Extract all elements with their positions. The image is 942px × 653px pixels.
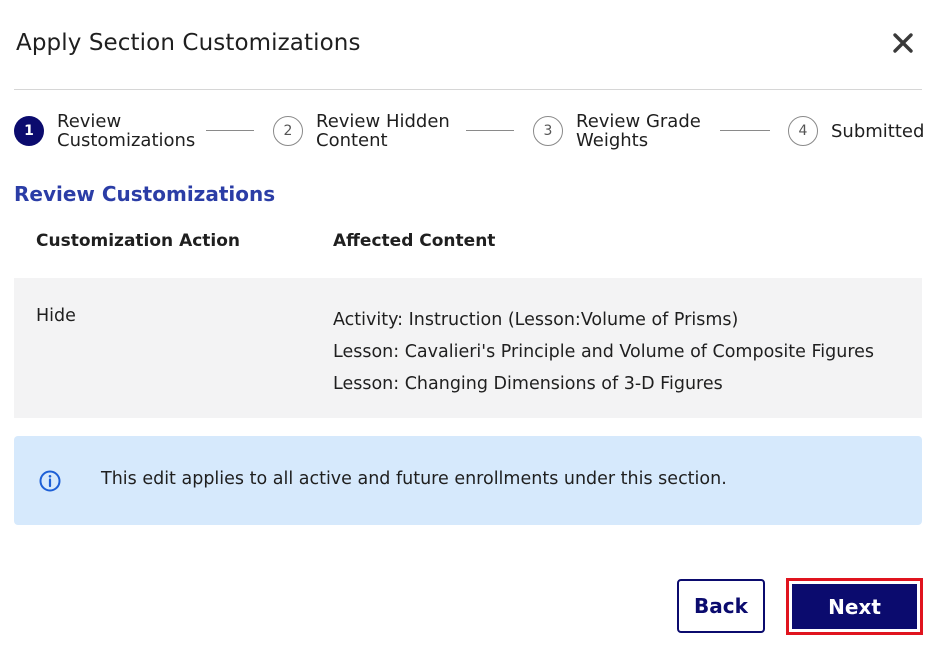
step-number: 3 xyxy=(533,116,563,146)
table-row: Hide Activity: Instruction (Lesson:Volum… xyxy=(14,278,922,418)
step-1: 1 Review Customizations xyxy=(14,110,195,152)
column-header-content: Affected Content xyxy=(333,231,496,251)
affected-content-item: Lesson: Cavalieri's Principle and Volume… xyxy=(333,342,875,362)
info-banner: This edit applies to all active and futu… xyxy=(14,436,922,525)
step-connector xyxy=(206,130,254,131)
step-number: 2 xyxy=(273,116,303,146)
affected-content-item: Activity: Instruction (Lesson:Volume of … xyxy=(333,310,739,330)
dialog-header: Apply Section Customizations xyxy=(14,0,922,90)
step-label: Submitted xyxy=(831,120,925,142)
step-number: 4 xyxy=(788,116,818,146)
info-icon xyxy=(39,470,61,492)
close-icon xyxy=(893,33,913,53)
next-button-highlight: Next xyxy=(786,578,923,635)
step-connector xyxy=(466,130,514,131)
section-heading: Review Customizations xyxy=(14,182,276,206)
step-4: 4 Submitted xyxy=(788,110,924,152)
customization-action: Hide xyxy=(36,306,76,326)
close-button[interactable] xyxy=(888,28,918,58)
stepper: 1 Review Customizations 2 Review Hidden … xyxy=(14,110,924,152)
step-3: 3 Review Grade Weights xyxy=(533,110,701,152)
info-text: This edit applies to all active and futu… xyxy=(101,469,727,489)
step-label: Review Customizations xyxy=(57,111,196,151)
step-connector xyxy=(720,130,770,131)
next-button[interactable]: Next xyxy=(792,584,917,629)
affected-content: Activity: Instruction (Lesson:Volume of … xyxy=(333,304,903,400)
apply-customizations-dialog: Apply Section Customizations 1 Review Cu… xyxy=(0,0,942,653)
column-header-action: Customization Action xyxy=(36,231,241,251)
step-number: 1 xyxy=(14,116,44,146)
back-button[interactable]: Back xyxy=(677,579,765,633)
step-label: Review Grade Weights xyxy=(576,111,701,151)
step-2: 2 Review Hidden Content xyxy=(273,110,450,152)
table-header: Customization Action Affected Content xyxy=(14,228,922,268)
affected-content-item: Lesson: Changing Dimensions of 3-D Figur… xyxy=(333,374,723,394)
step-label: Review Hidden Content xyxy=(316,111,450,151)
dialog-title: Apply Section Customizations xyxy=(16,30,361,56)
